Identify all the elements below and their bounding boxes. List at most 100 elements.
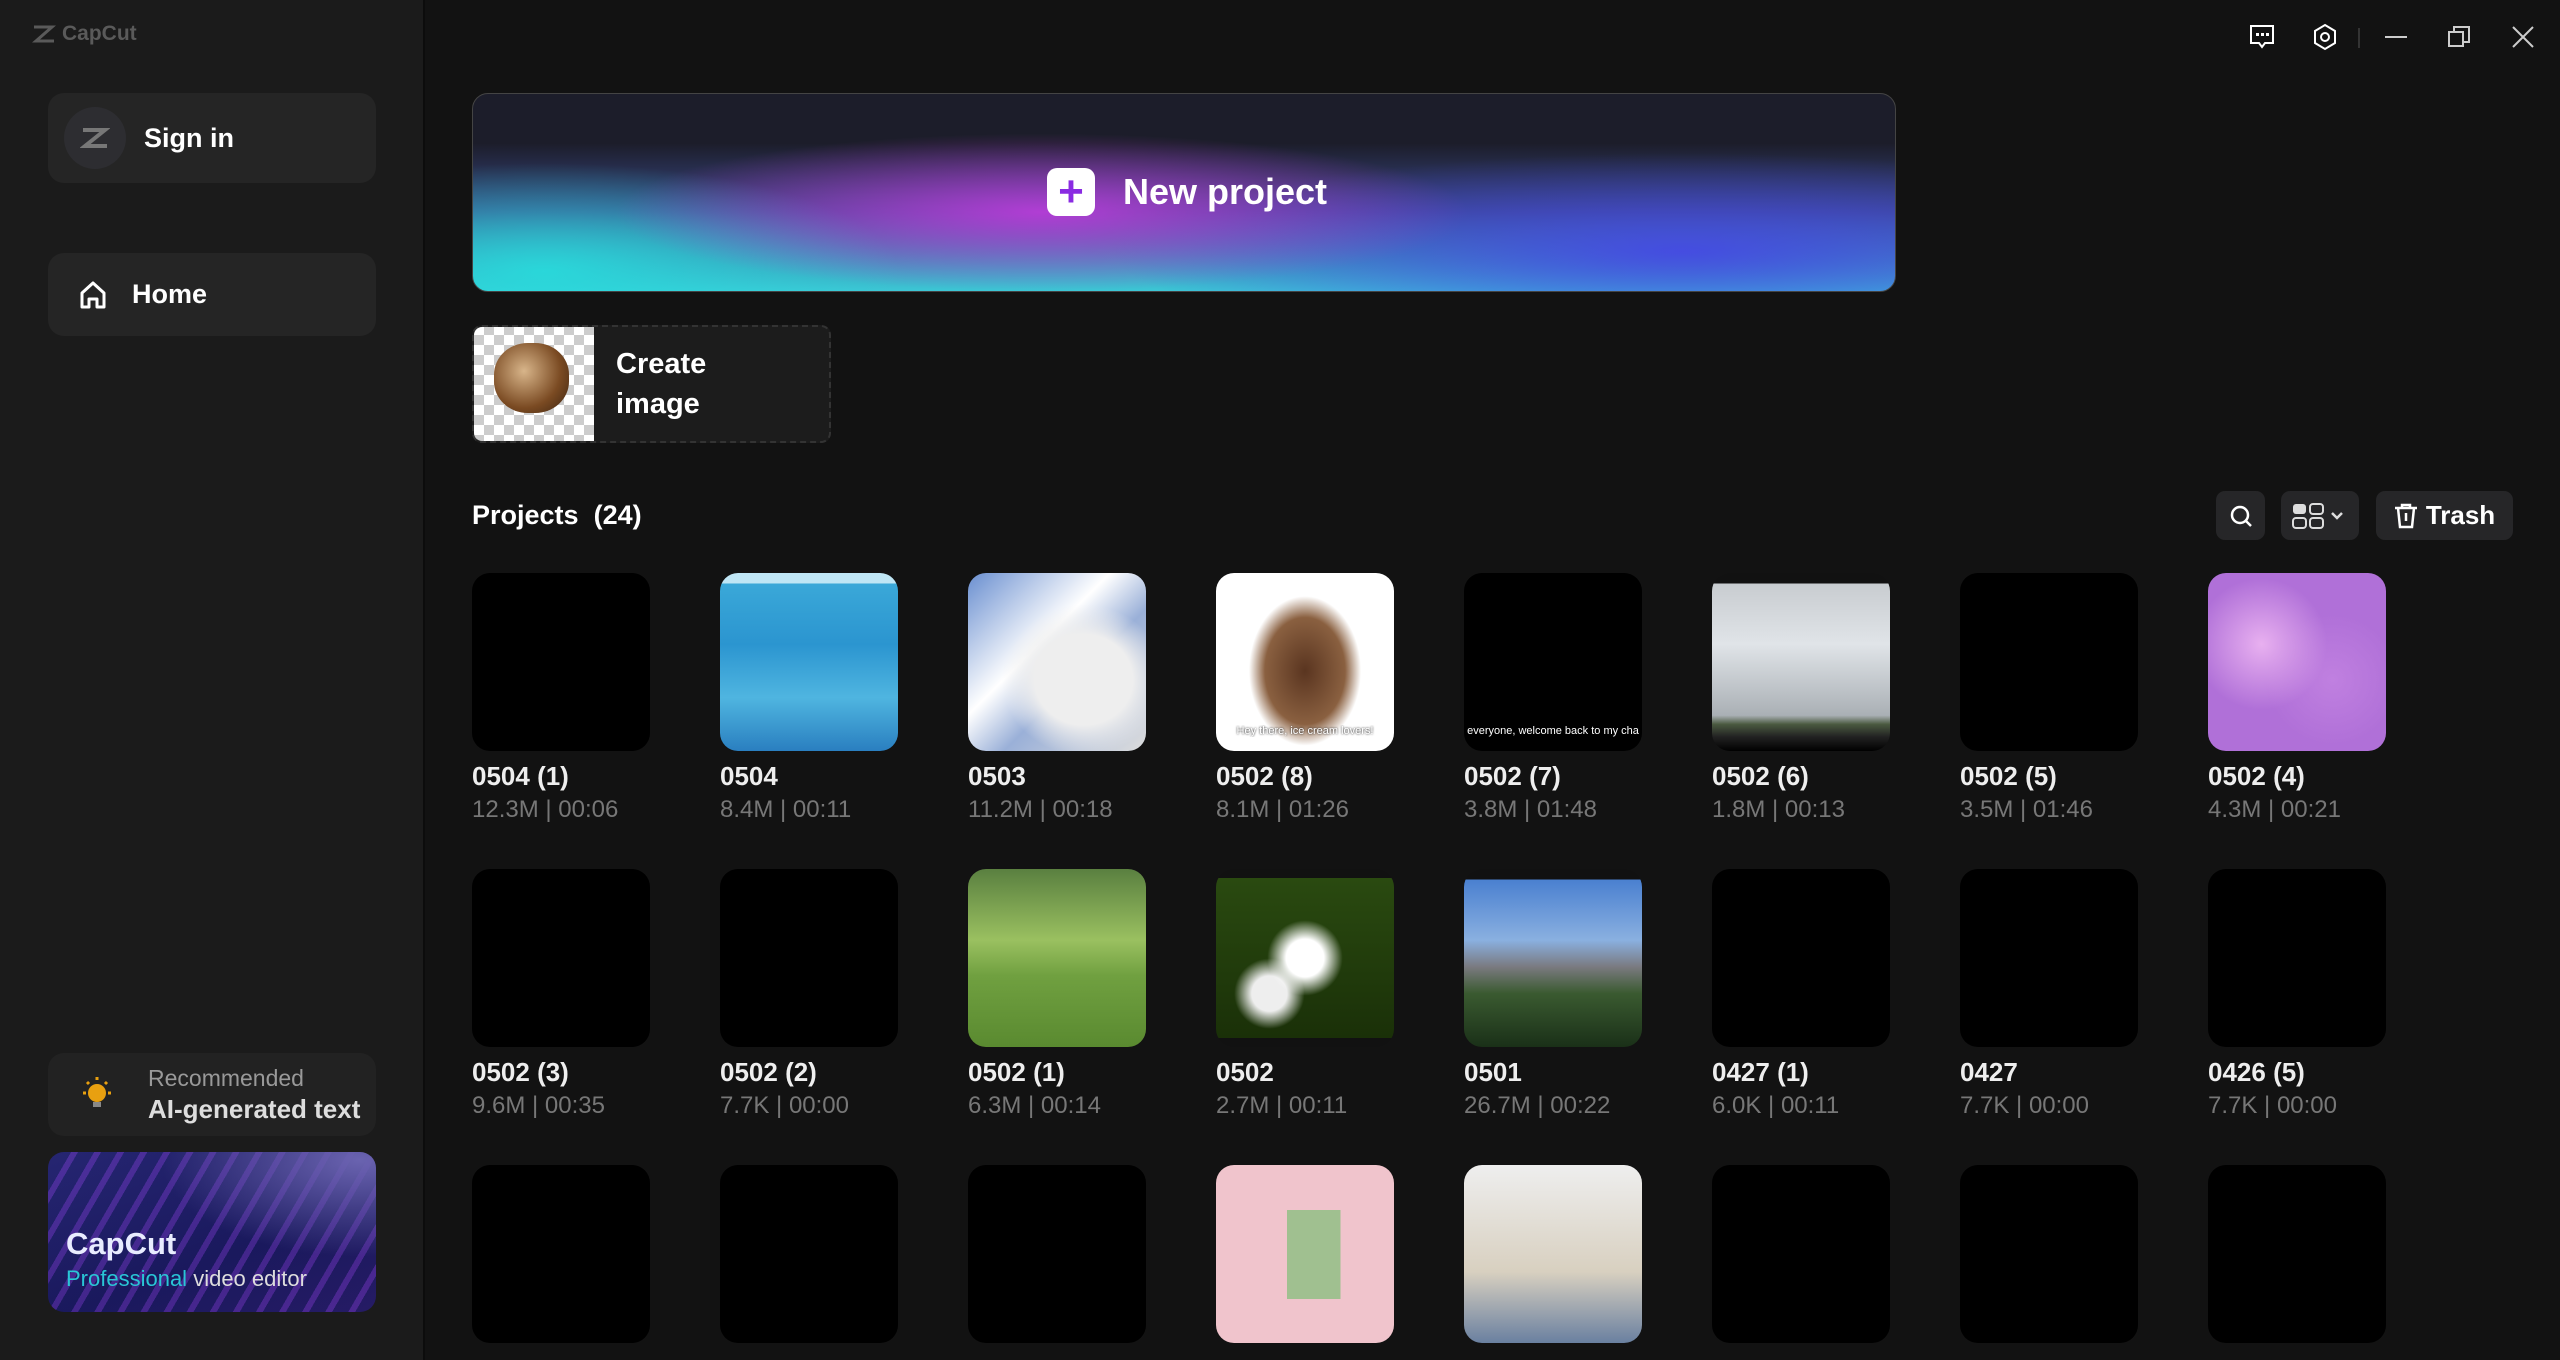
project-thumbnail[interactable]: Hey there, ice cream lovers! bbox=[1216, 573, 1394, 751]
sidebar: CapCut Sign in Home Recommended AI-gener… bbox=[0, 0, 425, 1360]
project-thumbnail[interactable] bbox=[472, 1165, 650, 1343]
projects-heading: Projects (24) bbox=[472, 500, 642, 531]
project-thumbnail[interactable] bbox=[1960, 573, 2138, 751]
project-card[interactable]: 0426 (5) 7.7K | 00:00 bbox=[2208, 869, 2388, 1120]
project-card[interactable]: Hey there, ice cream lovers! 0502 (8) 8.1M… bbox=[1216, 573, 1396, 824]
project-meta: 8.4M | 00:11 bbox=[720, 796, 852, 823]
project-thumbnail[interactable] bbox=[968, 869, 1146, 1047]
project-thumbnail[interactable] bbox=[720, 573, 898, 751]
avatar bbox=[64, 107, 126, 169]
new-project-label: New project bbox=[1123, 171, 1328, 212]
project-card[interactable]: 0502 2.7M | 00:11 bbox=[1216, 869, 1396, 1120]
projects-label: Projects bbox=[472, 500, 579, 530]
capcut-promo-banner[interactable]: CapCut Professional video editor bbox=[48, 1152, 376, 1312]
project-card[interactable]: 0427 7.7K | 00:00 bbox=[1960, 869, 2140, 1120]
project-thumbnail[interactable] bbox=[472, 869, 650, 1047]
project-card[interactable] bbox=[1216, 1165, 1396, 1353]
project-meta: 11.2M | 00:18 bbox=[968, 796, 1113, 823]
project-card[interactable]: 0427 (1) 6.0K | 00:11 bbox=[1712, 869, 1892, 1120]
capcut-logo-icon bbox=[80, 128, 110, 148]
project-card[interactable]: 0503 11.2M | 00:18 bbox=[968, 573, 1148, 824]
project-thumbnail[interactable] bbox=[1960, 869, 2138, 1047]
sign-in-button[interactable]: Sign in bbox=[48, 93, 376, 183]
settings-icon bbox=[2314, 23, 2336, 51]
project-card[interactable]: 0502 (6) 1.8M | 00:13 bbox=[1712, 573, 1892, 824]
project-thumbnail[interactable] bbox=[2208, 573, 2386, 751]
project-meta: 26.7M | 00:22 bbox=[1464, 1092, 1611, 1119]
project-card[interactable] bbox=[1960, 1165, 2140, 1353]
project-card[interactable] bbox=[472, 1165, 652, 1353]
project-name: 0502 (2) bbox=[720, 1057, 817, 1087]
project-card[interactable] bbox=[2208, 1165, 2388, 1353]
project-meta: 8.1M | 01:26 bbox=[1216, 796, 1349, 823]
project-card[interactable]: 0504 (1) 12.3M | 00:06 bbox=[472, 573, 652, 824]
project-card[interactable] bbox=[1712, 1165, 1892, 1353]
project-thumbnail[interactable] bbox=[1216, 869, 1394, 1047]
close-button[interactable] bbox=[2508, 22, 2538, 52]
feedback-button[interactable] bbox=[2247, 22, 2277, 52]
project-card[interactable]: 0502 (2) 7.7K | 00:00 bbox=[720, 869, 900, 1120]
project-thumbnail[interactable] bbox=[2208, 1165, 2386, 1343]
project-card[interactable]: 0504 8.4M | 00:11 bbox=[720, 573, 900, 824]
project-meta: 9.6M | 00:35 bbox=[472, 1092, 605, 1119]
sidebar-item-home[interactable]: Home bbox=[48, 253, 376, 336]
maximize-button[interactable] bbox=[2444, 22, 2474, 52]
promo-subtitle-rest: video editor bbox=[187, 1266, 307, 1291]
project-name: 0427 (1) bbox=[1712, 1057, 1809, 1087]
project-thumbnail[interactable] bbox=[1216, 1165, 1394, 1343]
view-layout-dropdown[interactable] bbox=[2281, 491, 2359, 540]
project-meta: 6.3M | 00:14 bbox=[968, 1092, 1101, 1119]
project-thumbnail[interactable] bbox=[1712, 573, 1890, 751]
minimize-button[interactable] bbox=[2381, 22, 2411, 52]
project-card[interactable] bbox=[968, 1165, 1148, 1353]
project-meta: 3.8M | 01:48 bbox=[1464, 796, 1597, 823]
project-name: 0504 (1) bbox=[472, 761, 569, 791]
project-thumbnail[interactable] bbox=[1712, 869, 1890, 1047]
project-meta: 2.7M | 00:11 bbox=[1216, 1092, 1348, 1119]
create-image-button[interactable]: Create image bbox=[472, 325, 831, 443]
capcut-logo-icon bbox=[32, 25, 56, 43]
search-button[interactable] bbox=[2216, 491, 2265, 540]
grid-view-icon bbox=[2292, 502, 2343, 529]
recommended-title: AI-generated text bbox=[148, 1093, 361, 1124]
search-icon bbox=[2230, 505, 2252, 527]
project-thumbnail[interactable] bbox=[1464, 869, 1642, 1047]
restore-icon bbox=[2448, 26, 2470, 47]
project-card[interactable]: 0502 (4) 4.3M | 00:21 bbox=[2208, 573, 2388, 824]
project-card[interactable]: everyone, welcome back to my cha 0502 (7)… bbox=[1464, 573, 1644, 824]
project-thumbnail[interactable] bbox=[1960, 1165, 2138, 1343]
trash-button[interactable]: Trash bbox=[2376, 491, 2513, 540]
new-project-button[interactable]: + New project bbox=[472, 93, 1896, 292]
project-card[interactable]: 0501 26.7M | 00:22 bbox=[1464, 869, 1644, 1120]
project-card[interactable]: 0502 (3) 9.6M | 00:35 bbox=[472, 869, 652, 1120]
project-name: 0502 (1) bbox=[968, 1057, 1065, 1087]
close-icon bbox=[2512, 26, 2534, 48]
project-card[interactable]: 0502 (1) 6.3M | 00:14 bbox=[968, 869, 1148, 1120]
project-card[interactable] bbox=[720, 1165, 900, 1353]
project-thumbnail[interactable]: everyone, welcome back to my cha bbox=[1464, 573, 1642, 751]
create-image-thumbnail bbox=[474, 327, 594, 441]
project-thumbnail[interactable] bbox=[472, 573, 650, 751]
project-thumbnail[interactable] bbox=[1712, 1165, 1890, 1343]
project-thumbnail[interactable] bbox=[1464, 1165, 1642, 1343]
trash-label: Trash bbox=[2425, 500, 2496, 530]
project-meta: 7.7K | 00:00 bbox=[720, 1092, 849, 1119]
project-meta: 12.3M | 00:06 bbox=[472, 796, 619, 823]
project-thumbnail[interactable] bbox=[2208, 869, 2386, 1047]
recommended-label: Recommended bbox=[148, 1064, 304, 1091]
sidebar-item-label: Home bbox=[132, 279, 208, 309]
trash-icon bbox=[2394, 503, 2417, 528]
project-thumbnail[interactable] bbox=[720, 869, 898, 1047]
project-thumbnail[interactable] bbox=[968, 1165, 1146, 1343]
project-meta: 3.5M | 01:46 bbox=[1960, 796, 2093, 823]
project-meta: 6.0K | 00:11 bbox=[1712, 1092, 1840, 1119]
project-thumbnail[interactable] bbox=[968, 573, 1146, 751]
project-meta: 7.7K | 00:00 bbox=[1960, 1092, 2089, 1119]
project-thumbnail[interactable] bbox=[720, 1165, 898, 1343]
project-card[interactable]: 0502 (5) 3.5M | 01:46 bbox=[1960, 573, 2140, 824]
recommended-ai-text[interactable]: Recommended AI-generated text bbox=[48, 1053, 376, 1136]
project-name: 0502 (8) bbox=[1216, 761, 1313, 791]
settings-button[interactable] bbox=[2310, 22, 2340, 52]
project-name: 0426 (5) bbox=[2208, 1057, 2305, 1087]
project-card[interactable] bbox=[1464, 1165, 1644, 1353]
